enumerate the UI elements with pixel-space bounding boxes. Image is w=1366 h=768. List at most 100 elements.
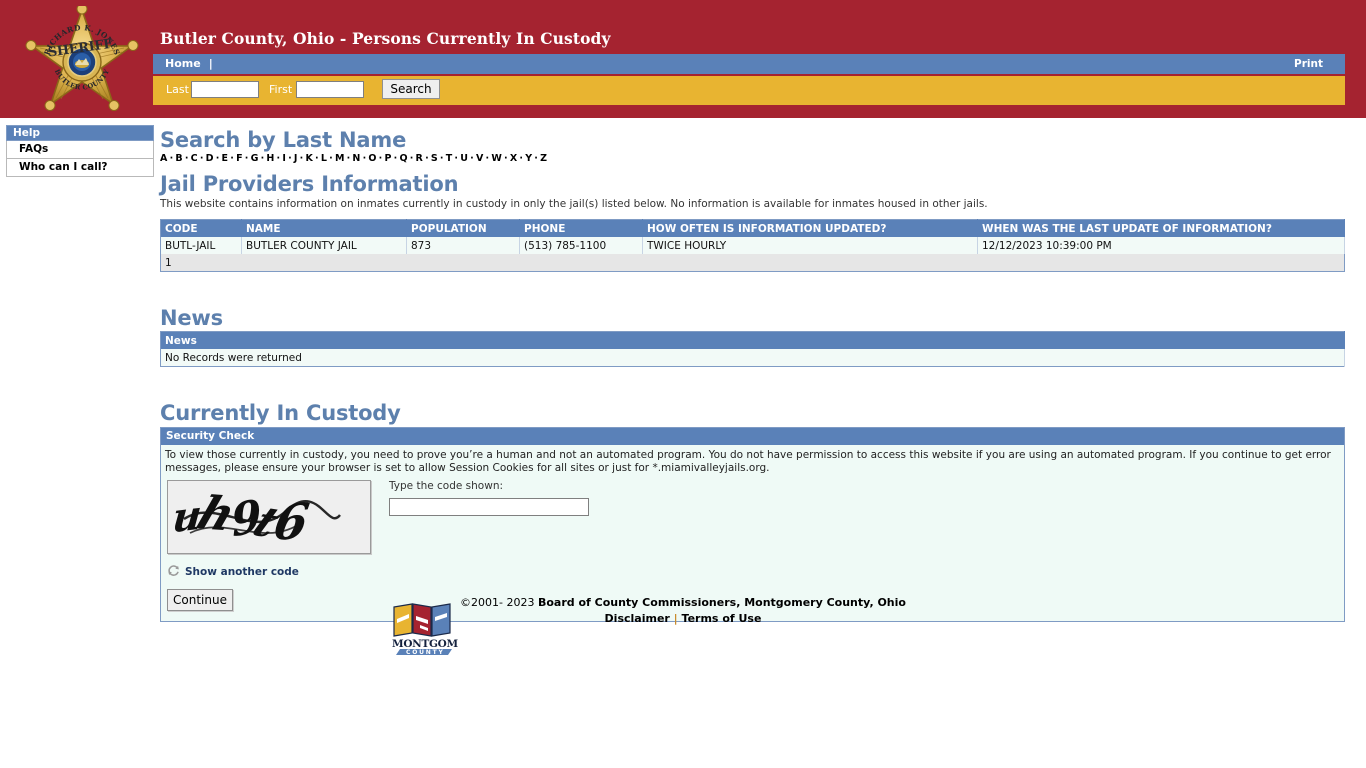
alphabet-link-q[interactable]: Q bbox=[399, 153, 407, 164]
cell-population: 873 bbox=[406, 237, 520, 254]
alphabet-separator: · bbox=[199, 153, 204, 164]
alphabet-link-s[interactable]: S bbox=[431, 153, 438, 164]
nav-home-link[interactable]: Home bbox=[165, 57, 201, 70]
security-check-paragraph: To view those currently in custody, you … bbox=[165, 449, 1331, 474]
news-empty-message: No Records were returned bbox=[160, 349, 1345, 367]
sidebar-item-label[interactable]: FAQs bbox=[19, 143, 48, 155]
cell-phone: (513) 785-1100 bbox=[519, 237, 643, 254]
show-another-code-link[interactable]: Show another code bbox=[185, 566, 299, 578]
search-by-last-name-heading: Search by Last Name bbox=[160, 128, 407, 152]
jail-providers-heading: Jail Providers Information bbox=[160, 172, 459, 196]
alphabet-separator: · bbox=[329, 153, 333, 164]
captcha-input[interactable] bbox=[389, 497, 589, 516]
alphabet-link-n[interactable]: N bbox=[352, 153, 360, 164]
alphabet-link-h[interactable]: H bbox=[266, 153, 274, 164]
alphabet-link-m[interactable]: M bbox=[335, 153, 345, 164]
main-content: Search by Last Name A · B · C · D · E · F · G · H · I · J ·… bbox=[160, 120, 1350, 622]
alphabet-link-k[interactable]: K bbox=[305, 153, 313, 164]
column-header-name: NAME bbox=[241, 219, 407, 237]
copyright-organization: Board of County Commissioners, Montgomer… bbox=[537, 596, 906, 609]
first-name-input[interactable] bbox=[296, 81, 364, 98]
table-header-row: CODE NAME POPULATION PHONE HOW OFTEN IS … bbox=[160, 219, 1345, 237]
alphabet-separator: · bbox=[346, 153, 351, 164]
alphabet-link-w[interactable]: W bbox=[491, 153, 502, 164]
alphabet-separator: · bbox=[393, 153, 398, 164]
alphabet-link-b[interactable]: B bbox=[175, 153, 182, 164]
captcha-image: u h 9 t 6 uh9t6 bbox=[167, 480, 371, 554]
alphabet-link-x[interactable]: X bbox=[510, 153, 518, 164]
sidebar-item-faqs[interactable]: FAQs bbox=[6, 141, 154, 159]
footer-link-separator: | bbox=[673, 612, 678, 625]
alphabet-separator: · bbox=[260, 153, 265, 164]
captcha-input-label: Type the code shown: bbox=[389, 480, 504, 492]
sidebar-item-label[interactable]: Who can I call? bbox=[19, 161, 108, 173]
first-name-label: First bbox=[269, 83, 293, 96]
captcha-entry-group: Type the code shown: bbox=[389, 480, 589, 516]
alphabet-separator: · bbox=[439, 153, 444, 164]
security-check-title: Security Check bbox=[161, 428, 1344, 445]
column-header-news: News bbox=[160, 331, 1345, 349]
page-header: RICHARD K. JONES BUTLER COUNTY SHERIFF B… bbox=[0, 0, 1366, 118]
alphabet-link-y[interactable]: Y bbox=[525, 153, 532, 164]
alphabet-link-a[interactable]: A bbox=[160, 153, 168, 164]
alphabet-link-j[interactable]: J bbox=[294, 153, 298, 164]
column-header-code: CODE bbox=[160, 219, 242, 237]
alphabet-separator: · bbox=[288, 153, 292, 164]
cell-frequency: TWICE HOURLY bbox=[642, 237, 978, 254]
name-search-bar: Last First Search bbox=[153, 76, 1345, 105]
help-sidebar: Help FAQs Who can I call? bbox=[6, 125, 154, 177]
terms-of-use-link[interactable]: Terms of Use bbox=[682, 612, 762, 625]
pager-page-number[interactable]: 1 bbox=[160, 254, 1345, 272]
alphabet-separator: · bbox=[276, 153, 281, 164]
search-button[interactable]: Search bbox=[382, 79, 440, 99]
alphabet-link-e[interactable]: E bbox=[222, 153, 229, 164]
page-footer: MONTGOMERY COUNTY ©2001- 2023 Board of C… bbox=[0, 596, 1366, 656]
nav-left-group: Home | bbox=[165, 57, 217, 70]
alphabet-link-t[interactable]: T bbox=[446, 153, 453, 164]
print-link[interactable]: Print bbox=[1294, 58, 1323, 70]
alphabet-link-c[interactable]: C bbox=[191, 153, 198, 164]
table-row[interactable]: BUTL-JAIL BUTLER COUNTY JAIL 873 (513) 7… bbox=[160, 237, 1345, 254]
alphabet-link-f[interactable]: F bbox=[236, 153, 243, 164]
alphabet-link-g[interactable]: G bbox=[251, 153, 259, 164]
column-header-update-frequency: HOW OFTEN IS INFORMATION UPDATED? bbox=[642, 219, 978, 237]
table-row: No Records were returned bbox=[160, 349, 1345, 367]
alphabet-link-v[interactable]: V bbox=[476, 153, 484, 164]
alphabet-separator: · bbox=[362, 153, 367, 164]
show-another-code-row[interactable]: Show another code bbox=[167, 562, 1339, 581]
alphabet-separator: · bbox=[244, 153, 249, 164]
sidebar-item-who-can-i-call[interactable]: Who can I call? bbox=[6, 159, 154, 177]
alphabet-link-u[interactable]: U bbox=[460, 153, 468, 164]
alphabet-link-p[interactable]: P bbox=[384, 153, 391, 164]
alphabet-separator: · bbox=[504, 153, 508, 164]
alphabet-link-o[interactable]: O bbox=[368, 153, 376, 164]
alphabet-link-r[interactable]: R bbox=[416, 153, 424, 164]
currently-in-custody-heading: Currently In Custody bbox=[160, 401, 401, 425]
sheriff-badge-logo: RICHARD K. JONES BUTLER COUNTY SHERIFF bbox=[18, 6, 146, 118]
copyright-line: ©2001- 2023 Board of County Commissioner… bbox=[460, 596, 906, 609]
cell-last-update: 12/12/2023 10:39:00 PM bbox=[977, 237, 1345, 254]
page-title: Butler County, Ohio - Persons Currently … bbox=[160, 29, 611, 48]
cell-name: BUTLER COUNTY JAIL bbox=[241, 237, 407, 254]
alphabet-link-i[interactable]: I bbox=[282, 153, 286, 164]
alphabet-link-l[interactable]: L bbox=[321, 153, 327, 164]
disclaimer-link[interactable]: Disclaimer bbox=[605, 612, 670, 625]
main-navigation-bar: Home | Print bbox=[153, 54, 1345, 74]
table-header-row: News bbox=[160, 331, 1345, 349]
alphabet-link-d[interactable]: D bbox=[206, 153, 214, 164]
news-heading: News bbox=[160, 306, 223, 330]
captcha-row: u h 9 t 6 uh9t6 Type the code shown: bbox=[165, 480, 1339, 554]
footer-links: Disclaimer | Terms of Use bbox=[460, 612, 906, 625]
last-name-label: Last bbox=[166, 83, 189, 96]
jail-providers-description: This website contains information on inm… bbox=[160, 198, 988, 210]
security-check-panel: Security Check To view those currently i… bbox=[160, 427, 1345, 622]
alphabet-link-z[interactable]: Z bbox=[540, 153, 547, 164]
alphabet-separator: · bbox=[315, 153, 319, 164]
alphabet-separator: · bbox=[534, 153, 539, 164]
jail-providers-table: CODE NAME POPULATION PHONE HOW OFTEN IS … bbox=[160, 219, 1345, 272]
alphabet-separator: · bbox=[470, 153, 474, 164]
last-name-input[interactable] bbox=[191, 81, 259, 98]
alphabet-separator: · bbox=[378, 153, 383, 164]
